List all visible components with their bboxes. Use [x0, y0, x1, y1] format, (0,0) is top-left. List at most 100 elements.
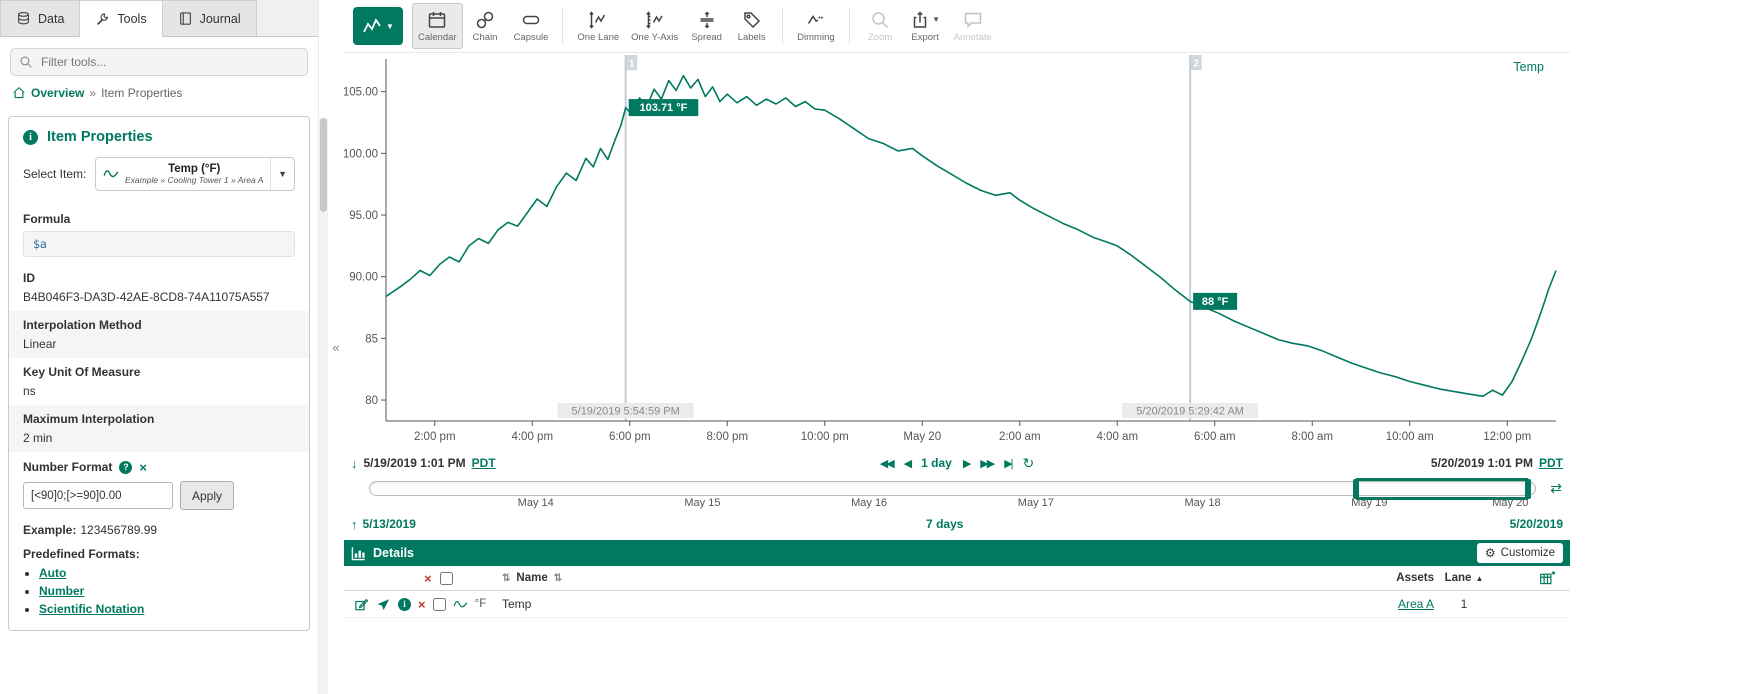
investigate-start: 5/13/2019: [363, 517, 416, 531]
spread-button[interactable]: Spread: [684, 3, 729, 49]
sidebar-collapse-handle[interactable]: «: [328, 0, 344, 694]
chain-icon: [475, 10, 495, 30]
timeline-track[interactable]: [369, 481, 1536, 496]
cursor-time-label: 5/20/2019 5:29:42 AM: [1136, 406, 1244, 418]
step-forward-icon[interactable]: ▶: [963, 457, 969, 470]
format-auto-link[interactable]: Auto: [39, 566, 66, 580]
y-tick-label: 80: [365, 395, 378, 407]
id-value: B4B046F3-DA3D-42AE-8CD8-74A11075A557: [23, 290, 295, 304]
chevron-down-icon: ▼: [932, 15, 940, 24]
format-scientific-link[interactable]: Scientific Notation: [39, 602, 144, 616]
sort-icon[interactable]: ⇅: [554, 573, 562, 584]
y-tick-label: 105.00: [344, 87, 378, 99]
view-mode-dropdown[interactable]: ▼: [353, 7, 403, 45]
toolbar-separator: [562, 8, 563, 44]
predefined-formats-label: Predefined Formats:: [9, 539, 309, 561]
breadcrumb-root-link[interactable]: Overview: [31, 86, 84, 100]
labels-button[interactable]: Labels: [729, 3, 774, 49]
zoom-button: Zoom: [858, 3, 903, 49]
chain-button[interactable]: Chain: [463, 3, 508, 49]
pin-icon[interactable]: [376, 597, 391, 612]
table-row[interactable]: i × °F Temp Area A 1: [344, 591, 1570, 618]
wrench-icon: [95, 12, 110, 27]
clear-format-icon[interactable]: ×: [139, 461, 147, 474]
tab-label: Tools: [117, 12, 146, 26]
asset-link[interactable]: Area A: [1398, 597, 1434, 611]
max-interpolation-field: Maximum Interpolation 2 min: [9, 405, 309, 452]
trend-chart[interactable]: 12105.00100.0095.0090.0085802:00 pm4:00 …: [344, 53, 1570, 451]
range-collapse-icon[interactable]: ↓: [351, 456, 358, 471]
panel-header: i Item Properties: [9, 127, 309, 157]
display-range-start: 5/19/2019 1:01 PM: [364, 456, 466, 470]
number-format-input[interactable]: [23, 482, 173, 509]
cursor-flag-number: 1: [629, 59, 635, 70]
item-lane: 1: [1461, 597, 1468, 611]
panel-title: Item Properties: [47, 129, 153, 145]
zoom-icon: [870, 10, 890, 30]
scrollbar-thumb[interactable]: [320, 118, 327, 212]
investigate-duration: 7 days: [926, 517, 963, 531]
sort-icon[interactable]: ⇅: [502, 573, 510, 584]
investigate-end: 5/20/2019: [1510, 517, 1563, 531]
investigate-expand-icon[interactable]: ↑: [351, 517, 358, 532]
info-icon[interactable]: i: [398, 598, 411, 611]
x-tick-label: 10:00 am: [1386, 431, 1434, 443]
gear-icon: ⚙: [1485, 547, 1496, 559]
timeline-zoom-icon[interactable]: ⇄: [1550, 480, 1562, 497]
y-tick-label: 85: [365, 333, 378, 345]
step-back-icon[interactable]: ◀: [904, 457, 910, 470]
select-all-checkbox[interactable]: [440, 572, 453, 585]
y-tick-label: 90.00: [349, 272, 378, 284]
add-column-icon[interactable]: [1539, 570, 1556, 587]
timezone-link[interactable]: PDT: [1539, 456, 1563, 470]
filter-tools-input[interactable]: [10, 48, 308, 76]
timeline-date-label: May 16: [851, 497, 887, 509]
apply-button[interactable]: Apply: [180, 481, 234, 510]
x-tick-label: May 20: [903, 431, 941, 443]
capsule-button[interactable]: Capsule: [508, 3, 555, 49]
refresh-icon[interactable]: ↻: [1023, 455, 1035, 472]
display-range-row: ↓ 5/19/2019 1:01 PM PDT ◀◀ ◀ 1 day ▶ ▶▶ …: [344, 451, 1570, 475]
column-header-lane[interactable]: Lane: [1445, 572, 1472, 584]
column-header-assets[interactable]: Assets: [1324, 572, 1434, 584]
skip-back-icon[interactable]: ◀◀: [880, 457, 893, 470]
id-field: ID B4B046F3-DA3D-42AE-8CD8-74A11075A557: [9, 264, 309, 311]
range-duration-button[interactable]: 1 day: [921, 456, 952, 470]
interpolation-label: Interpolation Method: [23, 318, 295, 332]
toolbar-separator: [849, 8, 850, 44]
customize-button[interactable]: ⚙ Customize: [1477, 543, 1563, 563]
one-y-axis-button[interactable]: One Y-Axis: [625, 3, 684, 49]
timeline-date-label: May 14: [518, 497, 554, 509]
jump-to-end-icon[interactable]: ▶|: [1004, 457, 1011, 470]
tab-journal[interactable]: Journal: [163, 0, 257, 36]
annotate-icon: [963, 10, 983, 30]
sort-ascending-icon: ▲: [1475, 574, 1483, 583]
cursor-time-label: 5/19/2019 5:54:59 PM: [572, 406, 680, 418]
sidebar-scrollbar[interactable]: [318, 0, 328, 694]
tab-tools[interactable]: Tools: [80, 0, 162, 37]
interpolation-field: Interpolation Method Linear: [9, 311, 309, 358]
annotate-button: Annotate: [948, 3, 998, 49]
remove-all-icon[interactable]: ×: [424, 572, 432, 585]
item-select-dropdown[interactable]: Temp (°F) Example » Cooling Tower 1 » Ar…: [95, 157, 295, 191]
column-header-name[interactable]: Name: [516, 572, 547, 584]
sidebar: Data Tools Journal: [0, 0, 318, 694]
format-number-link[interactable]: Number: [39, 584, 84, 598]
calendar-button[interactable]: Calendar: [412, 3, 463, 49]
row-checkbox[interactable]: [433, 598, 446, 611]
number-format-header: Number Format ? ×: [9, 452, 309, 479]
edit-icon[interactable]: [354, 597, 369, 612]
export-button[interactable]: ▼ Export: [903, 3, 948, 49]
unit-field: Key Unit Of Measure ns: [9, 358, 309, 405]
breadcrumb-separator: »: [89, 86, 96, 100]
tab-data[interactable]: Data: [0, 0, 80, 36]
timezone-link[interactable]: PDT: [472, 456, 496, 470]
skip-forward-icon[interactable]: ▶▶: [980, 457, 993, 470]
dimming-button[interactable]: Dimming: [791, 3, 840, 49]
one-lane-button[interactable]: One Lane: [571, 3, 625, 49]
remove-icon[interactable]: ×: [418, 598, 426, 611]
item-properties-panel: i Item Properties Select Item: Temp (°F)…: [8, 116, 310, 631]
unit-label: Key Unit Of Measure: [23, 365, 295, 379]
journal-icon: [178, 11, 193, 26]
help-icon[interactable]: ?: [119, 461, 132, 474]
